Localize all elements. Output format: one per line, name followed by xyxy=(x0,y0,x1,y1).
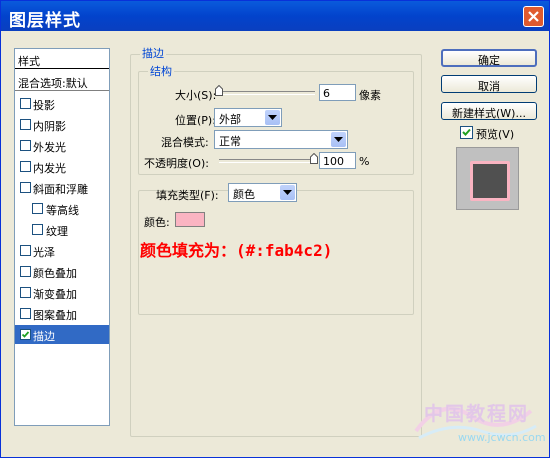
cancel-button[interactable]: 取消 xyxy=(441,75,537,93)
style-item-label: 外发光 xyxy=(33,141,66,154)
style-item-label: 描边 xyxy=(33,330,55,343)
title-bar: 图层样式 xyxy=(1,1,549,31)
preview-checkbox[interactable] xyxy=(460,126,473,139)
style-item[interactable]: 光泽 xyxy=(15,241,109,260)
ok-button[interactable]: 确定 xyxy=(441,49,537,67)
color-swatch[interactable] xyxy=(175,212,205,227)
style-checkbox[interactable] xyxy=(20,308,31,319)
size-slider-thumb[interactable] xyxy=(215,85,223,96)
position-value: 外部 xyxy=(219,113,241,126)
opacity-slider-track[interactable] xyxy=(219,159,315,163)
annotation-text: 颜色填充为：(#:fab4c2) xyxy=(140,241,333,260)
style-item-label: 渐变叠加 xyxy=(33,288,77,301)
style-item[interactable]: 斜面和浮雕 xyxy=(15,178,109,197)
size-input[interactable]: 6 xyxy=(319,84,356,101)
style-item-label: 颜色叠加 xyxy=(33,267,77,280)
structure-title: 结构 xyxy=(148,63,174,79)
opacity-slider-thumb[interactable] xyxy=(310,153,318,164)
size-slider-track[interactable] xyxy=(219,91,315,95)
position-label: 位置(P): xyxy=(175,114,216,127)
style-item[interactable]: 颜色叠加 xyxy=(15,262,109,281)
style-preview-thumbnail xyxy=(456,147,519,210)
dropdown-arrow-icon xyxy=(331,132,346,147)
style-item-label: 斜面和浮雕 xyxy=(33,183,88,196)
dropdown-arrow-icon xyxy=(280,185,295,200)
style-item-label: 纹理 xyxy=(46,225,68,238)
style-checkbox[interactable] xyxy=(20,329,31,340)
style-checkbox[interactable] xyxy=(32,224,43,235)
style-item-label: 内阴影 xyxy=(33,120,66,133)
style-checkbox[interactable] xyxy=(20,98,31,109)
style-item[interactable]: 内阴影 xyxy=(15,115,109,134)
style-item-label: 光泽 xyxy=(33,246,55,259)
position-select[interactable]: 外部 xyxy=(214,108,282,127)
size-label: 大小(S): xyxy=(175,89,217,102)
blend-mode-value: 正常 xyxy=(219,135,241,148)
style-item[interactable]: 渐变叠加 xyxy=(15,283,109,302)
blend-options-item[interactable]: 混合选项:默认 xyxy=(15,71,109,91)
style-checkbox[interactable] xyxy=(20,182,31,193)
style-checkbox[interactable] xyxy=(20,119,31,130)
style-checkbox[interactable] xyxy=(20,287,31,298)
style-item[interactable]: 投影 xyxy=(15,94,109,113)
color-label: 颜色: xyxy=(144,216,170,229)
style-item[interactable]: 外发光 xyxy=(15,136,109,155)
blend-mode-select[interactable]: 正常 xyxy=(214,130,348,149)
style-item[interactable]: 内发光 xyxy=(15,157,109,176)
opacity-unit: % xyxy=(359,155,370,168)
stroke-section-title: 描边 xyxy=(140,45,166,61)
style-item-label: 内发光 xyxy=(33,162,66,175)
watermark-url: www.jcwcn.com xyxy=(458,431,546,444)
style-checkbox[interactable] xyxy=(20,161,31,172)
window-title: 图层样式 xyxy=(9,11,81,31)
preview-swatch xyxy=(470,161,510,201)
style-item-label: 投影 xyxy=(33,99,55,112)
style-item-label: 图案叠加 xyxy=(33,309,77,322)
style-item[interactable]: 等高线 xyxy=(15,199,109,218)
size-unit: 像素 xyxy=(359,89,381,102)
opacity-input[interactable]: 100 xyxy=(319,152,356,169)
dropdown-arrow-icon xyxy=(265,110,280,125)
style-item[interactable]: 描边 xyxy=(15,325,109,344)
styles-header[interactable]: 样式 xyxy=(15,49,109,69)
fill-type-label: 填充类型(F): xyxy=(156,189,219,202)
style-checkbox[interactable] xyxy=(20,245,31,256)
style-checkbox[interactable] xyxy=(32,203,43,214)
fill-type-value: 颜色 xyxy=(233,188,255,201)
style-list: 样式 混合选项:默认 投影内阴影外发光内发光斜面和浮雕等高线纹理光泽颜色叠加渐变… xyxy=(14,48,110,426)
style-item[interactable]: 纹理 xyxy=(15,220,109,239)
style-item[interactable]: 图案叠加 xyxy=(15,304,109,323)
style-checkbox[interactable] xyxy=(20,140,31,151)
style-checkbox[interactable] xyxy=(20,266,31,277)
style-item-label: 等高线 xyxy=(46,204,79,217)
preview-label: 预览(V) xyxy=(476,128,515,141)
opacity-label: 不透明度(O): xyxy=(144,157,209,170)
fill-type-select[interactable]: 颜色 xyxy=(228,183,297,202)
watermark-text: 中国教程网 xyxy=(424,403,530,425)
blend-mode-label: 混合模式: xyxy=(161,136,209,149)
close-button[interactable] xyxy=(523,6,544,27)
layer-style-dialog: 图层样式 样式 混合选项:默认 投影 内阴影 外发光 内发光 斜面和浮雕 等高线 纹理 光泽颜… xyxy=(0,0,550,458)
new-style-button[interactable]: 新建样式(W)... xyxy=(441,102,537,120)
